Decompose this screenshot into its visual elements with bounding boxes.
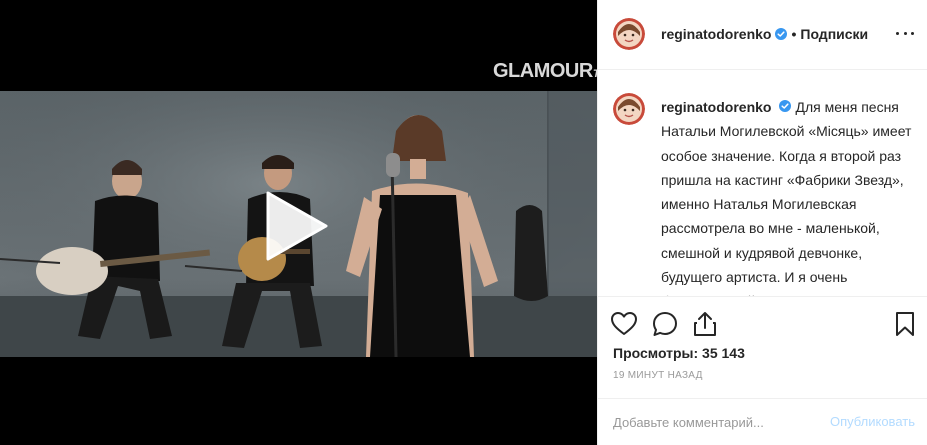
caption-username-link[interactable]: reginatodorenko	[661, 99, 771, 115]
separator-dot: •	[791, 26, 797, 42]
view-count[interactable]: Просмотры: 35 143	[613, 345, 745, 361]
caption-section: reginatodorenko Для меня песня Натальи М…	[598, 71, 927, 297]
bookmark-icon[interactable]	[891, 310, 919, 338]
post-header: reginatodorenko • Подписки	[598, 0, 927, 70]
avatar[interactable]	[613, 93, 645, 125]
caption-body: Для меня песня Натальи Могилевской «Міся…	[661, 99, 914, 296]
post-actions	[598, 308, 927, 340]
glamour-tv-watermark: GLAMOURTV	[493, 60, 597, 82]
verified-badge-icon	[775, 28, 788, 40]
share-icon[interactable]	[691, 310, 719, 338]
heart-icon[interactable]	[610, 310, 638, 338]
comment-icon[interactable]	[651, 310, 679, 338]
post-author-line: reginatodorenko • Подписки	[661, 26, 868, 42]
username-link[interactable]: reginatodorenko	[661, 26, 771, 42]
caption-text: reginatodorenko Для меня песня Натальи М…	[661, 95, 919, 296]
avatar[interactable]	[613, 18, 645, 50]
publish-button[interactable]: Опубликовать	[830, 414, 915, 429]
post-timestamp[interactable]: 19 МИНУТ НАЗАД	[613, 370, 703, 381]
play-button[interactable]	[266, 191, 328, 261]
comment-bar: Опубликовать	[598, 398, 927, 445]
comment-input[interactable]	[613, 411, 813, 433]
more-options-icon[interactable]	[896, 24, 914, 42]
post-details-panel: reginatodorenko • Подписки reginatodoren…	[597, 0, 927, 445]
play-icon	[266, 191, 328, 261]
video-player[interactable]: GLAMOURTV	[0, 0, 597, 445]
verified-badge-icon	[779, 100, 792, 112]
following-button[interactable]: Подписки	[800, 26, 868, 42]
